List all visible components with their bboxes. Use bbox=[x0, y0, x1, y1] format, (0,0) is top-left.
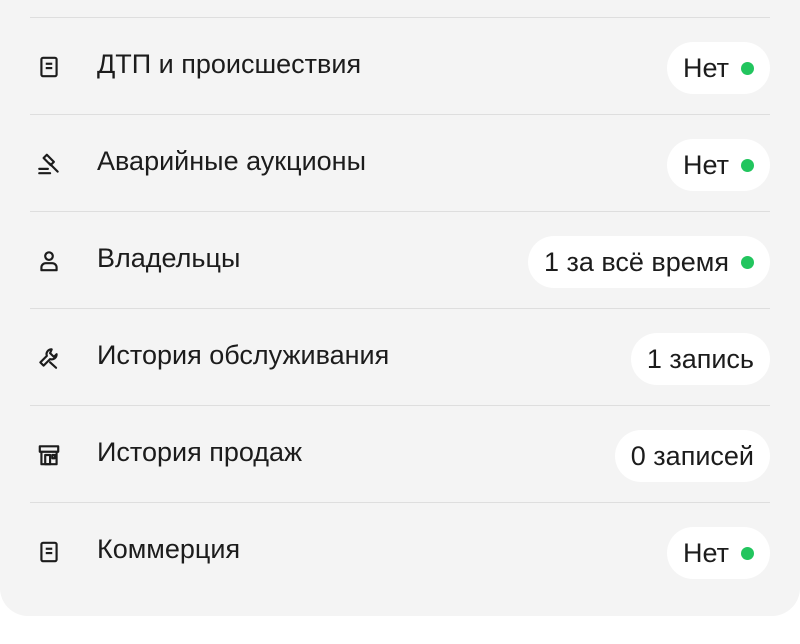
history-list: ДТП и происшествия Нет Аварийные аукцион… bbox=[30, 17, 770, 599]
history-row-label: ДТП и происшествия bbox=[97, 49, 362, 79]
status-badge: 1 запись bbox=[630, 333, 770, 385]
history-row-sales[interactable]: История продаж 0 записей bbox=[30, 405, 770, 502]
status-badge: 1 за всё время bbox=[527, 236, 770, 288]
status-dot bbox=[741, 255, 754, 269]
history-row-commerce[interactable]: Коммерция Нет bbox=[30, 502, 770, 599]
gavel-icon bbox=[36, 151, 62, 177]
history-row-owners[interactable]: Владельцы 1 за всё время bbox=[30, 211, 770, 308]
history-row-service[interactable]: История обслуживания 1 запись bbox=[30, 308, 770, 405]
person-icon bbox=[36, 248, 62, 274]
status-badge: Нет bbox=[667, 42, 770, 94]
status-value: 1 запись bbox=[646, 344, 754, 374]
status-dot bbox=[741, 61, 754, 75]
status-value: 0 записей bbox=[630, 441, 754, 471]
status-dot bbox=[741, 546, 754, 560]
wrench-icon bbox=[36, 345, 62, 371]
status-dot bbox=[741, 158, 754, 172]
history-row-accidents[interactable]: ДТП и происшествия Нет bbox=[30, 17, 770, 114]
history-row-label: История обслуживания bbox=[97, 340, 390, 370]
status-badge: Нет bbox=[667, 527, 770, 579]
status-value: 1 за всё время bbox=[543, 247, 729, 277]
history-row-auctions[interactable]: Аварийные аукционы Нет bbox=[30, 114, 770, 211]
history-row-label: Аварийные аукционы bbox=[97, 146, 366, 176]
status-badge: 0 записей bbox=[614, 430, 770, 482]
document-icon bbox=[36, 54, 62, 80]
history-row-label: Владельцы bbox=[97, 243, 241, 273]
status-value: Нет bbox=[683, 538, 729, 568]
history-row-label: История продаж bbox=[97, 437, 303, 467]
vehicle-history-card: ДТП и происшествия Нет Аварийные аукцион… bbox=[0, 0, 800, 616]
status-value: Нет bbox=[683, 150, 729, 180]
history-row-label: Коммерция bbox=[97, 534, 241, 564]
document-icon bbox=[36, 539, 62, 565]
storefront-icon bbox=[36, 442, 62, 468]
status-value: Нет bbox=[683, 53, 729, 83]
status-badge: Нет bbox=[667, 139, 770, 191]
